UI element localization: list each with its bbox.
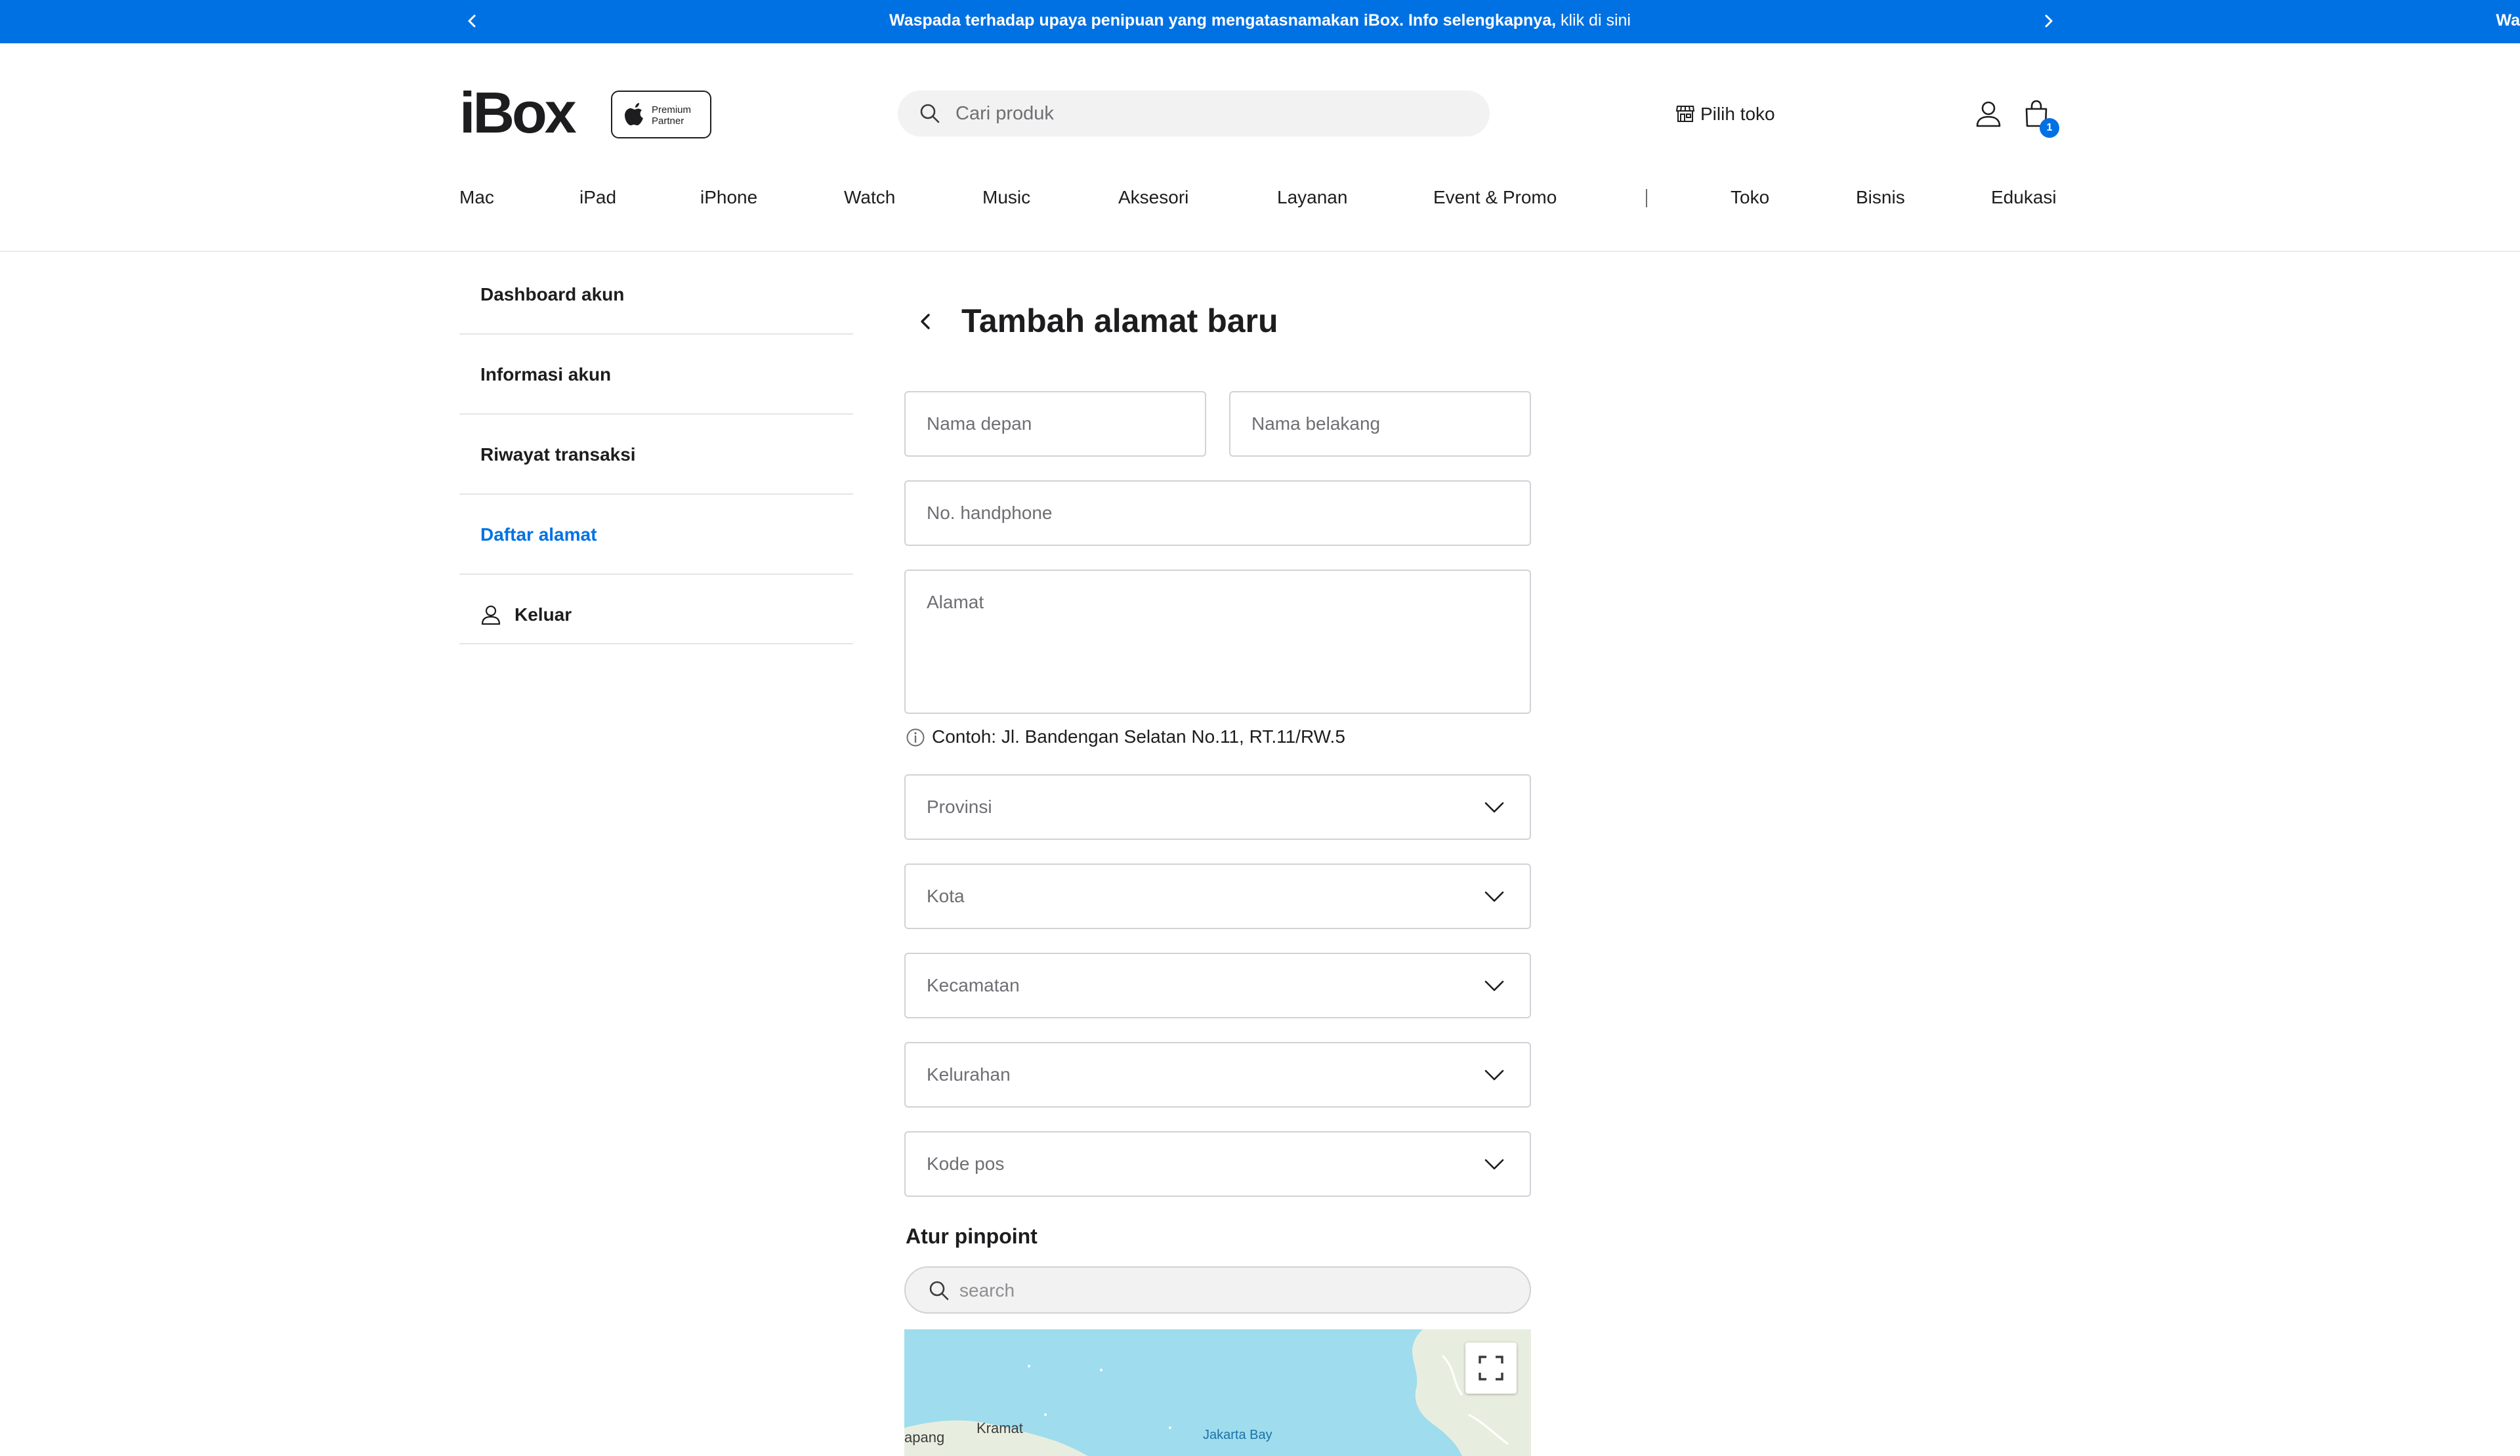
info-icon	[906, 728, 925, 747]
province-placeholder[interactable]: Provinsi	[927, 776, 992, 839]
district-placeholder[interactable]: Kecamatan	[927, 954, 1020, 1017]
announcement-message: Waspada terhadap upaya penipuan yang men…	[0, 0, 2520, 43]
sidebar-item-transactions[interactable]: Riwayat transaksi	[459, 415, 853, 495]
map-label-place2: apang	[904, 1429, 945, 1446]
user-icon[interactable]	[1975, 100, 2002, 128]
page-title: Tambah alamat baru	[961, 302, 1278, 339]
phone-field[interactable]: No. handphone	[904, 480, 1531, 546]
nav-item-watch[interactable]: Watch	[844, 181, 895, 214]
announcement-text: Waspada terhadap upaya penipuan yang men…	[889, 11, 1557, 30]
search-icon	[920, 104, 940, 123]
first-name-placeholder[interactable]: Nama depan	[927, 392, 1032, 455]
store-icon	[1675, 106, 1695, 122]
nav-item-aksesori[interactable]: Aksesori	[1118, 181, 1188, 214]
sidebar-item-account-info[interactable]: Informasi akun	[459, 335, 853, 415]
sidebar-item-label[interactable]: Daftar alamat	[480, 495, 597, 575]
nav-item-ipad[interactable]: iPad	[579, 181, 616, 214]
city-placeholder[interactable]: Kota	[927, 865, 965, 928]
map-search-input[interactable]: search	[904, 1266, 1531, 1314]
district-select[interactable]: Kecamatan	[904, 953, 1531, 1018]
account-sidebar: Dashboard akun Informasi akun Riwayat tr…	[459, 255, 853, 644]
nav-item-toko[interactable]: Toko	[1731, 181, 1769, 214]
nav-item-mac[interactable]: Mac	[459, 181, 494, 214]
province-select[interactable]: Provinsi	[904, 774, 1531, 840]
nav-item-layanan[interactable]: Layanan	[1277, 181, 1347, 214]
map-label-bay: Jakarta Bay	[1203, 1428, 1272, 1442]
announcement-next-peek: Wa	[2496, 11, 2520, 30]
chevron-down-icon	[1484, 1070, 1504, 1081]
ibox-logo[interactable]: iBox	[459, 84, 577, 142]
first-name-field[interactable]: Nama depan	[904, 391, 1206, 457]
address-field[interactable]: Alamat	[904, 570, 1531, 714]
apple-premium-partner-badge: Premium Partner	[611, 91, 711, 138]
cart-count-badge: 1	[2040, 118, 2059, 138]
nav-item-edukasi[interactable]: Edukasi	[1991, 181, 2057, 214]
nav-item-bisnis[interactable]: Bisnis	[1856, 181, 1905, 214]
postcode-select[interactable]: Kode pos	[904, 1131, 1531, 1197]
store-label[interactable]: Pilih toko	[1700, 101, 1775, 127]
apple-logo-icon	[625, 103, 643, 125]
nav-item-iphone[interactable]: iPhone	[700, 181, 757, 214]
city-select[interactable]: Kota	[904, 863, 1531, 929]
announcement-link[interactable]: klik di sini	[1556, 11, 1631, 30]
back-arrow-icon[interactable]	[915, 308, 935, 335]
user-icon	[481, 605, 501, 625]
chevron-down-icon	[1484, 891, 1504, 902]
last-name-field[interactable]: Nama belakang	[1229, 391, 1531, 457]
chevron-right-icon[interactable]	[2038, 11, 2058, 31]
search-placeholder[interactable]: Cari produk	[956, 91, 1054, 136]
postcode-placeholder[interactable]: Kode pos	[927, 1133, 1004, 1196]
map-search-placeholder[interactable]: search	[959, 1268, 1015, 1314]
announcement-bar: Waspada terhadap upaya penipuan yang men…	[0, 0, 2520, 43]
sidebar-item-label[interactable]: Riwayat transaksi	[480, 415, 636, 495]
sidebar-item-logout[interactable]: Keluar	[459, 575, 853, 644]
sidebar-item-label[interactable]: Informasi akun	[480, 335, 611, 415]
subdistrict-placeholder[interactable]: Kelurahan	[927, 1043, 1011, 1106]
pinpoint-title: Atur pinpoint	[906, 1224, 1038, 1248]
nav-item-event-promo[interactable]: Event & Promo	[1433, 181, 1557, 214]
chevron-down-icon	[1484, 980, 1504, 991]
sidebar-item-label[interactable]: Keluar	[514, 575, 572, 655]
address-placeholder[interactable]: Alamat	[927, 589, 984, 615]
badge-line1: Premium	[652, 104, 692, 115]
product-search[interactable]: Cari produk	[898, 91, 1490, 136]
sidebar-item-dashboard[interactable]: Dashboard akun	[459, 255, 853, 335]
chevron-down-icon	[1484, 1159, 1504, 1170]
phone-placeholder[interactable]: No. handphone	[927, 482, 1053, 545]
address-hint-text: Contoh: Jl. Bandengan Selatan No.11, RT.…	[932, 726, 1345, 747]
sidebar-item-label[interactable]: Dashboard akun	[480, 255, 624, 335]
site-header: iBox Premium Partner Cari produk Pilih t…	[0, 43, 2520, 252]
map-label-place1: Kramat	[976, 1420, 1023, 1436]
nav-divider	[1646, 189, 1647, 207]
nav-item-music[interactable]: Music	[982, 181, 1030, 214]
pinpoint-map[interactable]: Kramat apang Jakarta Bay	[904, 1329, 1531, 1456]
main-nav: Mac iPad iPhone Watch Music Aksesori Lay…	[0, 181, 2520, 214]
last-name-placeholder[interactable]: Nama belakang	[1251, 392, 1380, 455]
search-icon	[929, 1281, 949, 1300]
chevron-down-icon	[1484, 802, 1504, 813]
badge-line2: Partner	[652, 115, 684, 127]
sidebar-item-addresses[interactable]: Daftar alamat	[459, 495, 853, 575]
subdistrict-select[interactable]: Kelurahan	[904, 1042, 1531, 1108]
map-fullscreen-button[interactable]	[1465, 1342, 1517, 1394]
fullscreen-icon	[1479, 1356, 1503, 1381]
